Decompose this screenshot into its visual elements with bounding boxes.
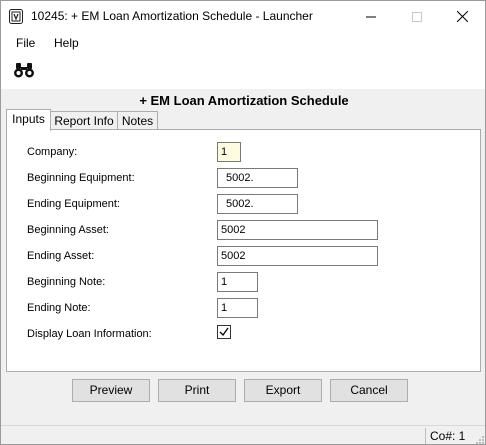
window-title: 10245: + EM Loan Amortization Schedule -… bbox=[31, 9, 313, 23]
menu-help[interactable]: Help bbox=[54, 36, 79, 50]
beginning-note-input[interactable]: 1 bbox=[217, 272, 258, 292]
toolbar bbox=[1, 54, 485, 89]
cancel-button[interactable]: Cancel bbox=[330, 379, 408, 402]
report-heading: + EM Loan Amortization Schedule bbox=[139, 93, 349, 108]
beginning-equipment-input[interactable]: 5002. bbox=[217, 168, 298, 188]
minimize-button[interactable] bbox=[348, 1, 394, 32]
title-bar: 10245: + EM Loan Amortization Schedule -… bbox=[1, 1, 485, 32]
company-input[interactable]: 1 bbox=[217, 142, 241, 162]
maximize-icon bbox=[412, 11, 422, 22]
preview-button[interactable]: Preview bbox=[72, 379, 150, 402]
ending-asset-input[interactable]: 5002 bbox=[217, 246, 378, 266]
beginning-equipment-label: Beginning Equipment: bbox=[27, 172, 135, 184]
inputs-panel: Company: 1 Beginning Equipment: 5002. En… bbox=[6, 129, 481, 372]
print-button[interactable]: Print bbox=[158, 379, 236, 402]
checkmark-icon bbox=[219, 327, 229, 337]
close-icon bbox=[456, 11, 468, 22]
launcher-window: 10245: + EM Loan Amortization Schedule -… bbox=[0, 0, 486, 445]
tab-inputs[interactable]: Inputs bbox=[6, 109, 51, 131]
resize-grip-icon[interactable] bbox=[475, 435, 485, 445]
ending-equipment-input[interactable]: 5002. bbox=[217, 194, 298, 214]
company-status: Co#: 1 bbox=[425, 428, 465, 444]
status-bar: Co#: 1 bbox=[1, 425, 485, 445]
beginning-asset-input[interactable]: 5002 bbox=[217, 220, 378, 240]
menu-bar: File Help bbox=[1, 32, 485, 54]
menu-file[interactable]: File bbox=[16, 36, 35, 50]
binoculars-icon[interactable] bbox=[13, 63, 35, 78]
ending-asset-label: Ending Asset: bbox=[27, 250, 95, 262]
export-button[interactable]: Export bbox=[244, 379, 322, 402]
tab-notes[interactable]: Notes bbox=[117, 111, 158, 130]
tab-report-info[interactable]: Report Info bbox=[50, 111, 118, 130]
close-button[interactable] bbox=[439, 1, 485, 32]
beginning-asset-label: Beginning Asset: bbox=[27, 224, 109, 236]
ending-note-label: Ending Note: bbox=[27, 302, 91, 314]
app-icon bbox=[9, 9, 23, 24]
minimize-icon bbox=[366, 16, 376, 17]
display-loan-information-label: Display Loan Information: bbox=[27, 328, 152, 340]
maximize-button[interactable] bbox=[394, 1, 440, 32]
ending-equipment-label: Ending Equipment: bbox=[27, 198, 120, 210]
company-label: Company: bbox=[27, 146, 78, 158]
ending-note-input[interactable]: 1 bbox=[217, 298, 258, 318]
display-loan-information-checkbox[interactable] bbox=[217, 325, 231, 339]
beginning-note-label: Beginning Note: bbox=[27, 276, 106, 288]
